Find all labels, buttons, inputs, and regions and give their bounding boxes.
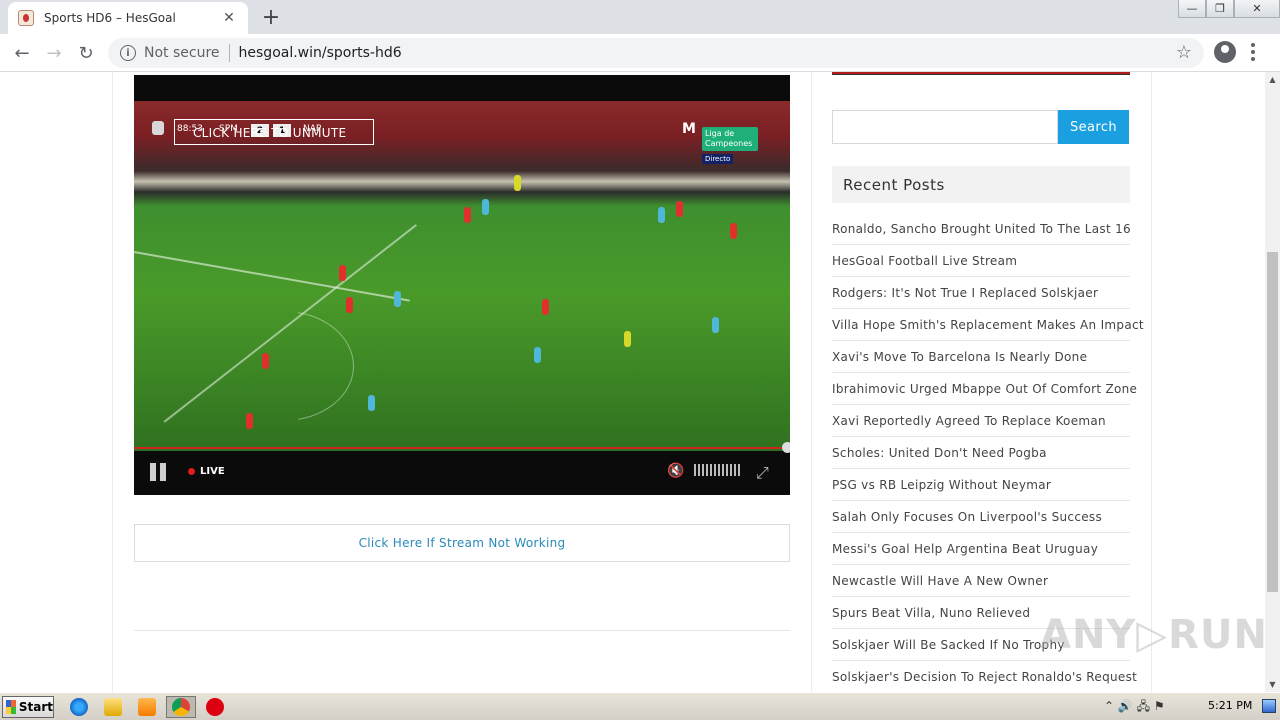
post-link[interactable]: Villa Hope Smith's Replacement Makes An … bbox=[832, 318, 1144, 332]
tab-close-icon[interactable]: ✕ bbox=[220, 9, 238, 27]
content-divider bbox=[811, 72, 812, 692]
progress-bar[interactable] bbox=[134, 447, 784, 449]
tab-title: Sports HD6 – HesGoal bbox=[44, 11, 176, 25]
post-link[interactable]: Ronaldo, Sancho Brought United To The La… bbox=[832, 222, 1131, 236]
site-favicon-icon bbox=[18, 10, 34, 26]
scroll-down-icon[interactable]: ▼ bbox=[1265, 677, 1280, 692]
start-label: Start bbox=[18, 700, 53, 714]
volume-slider[interactable] bbox=[694, 464, 740, 476]
list-item[interactable]: HesGoal Football Live Stream bbox=[832, 245, 1130, 277]
post-link[interactable]: Salah Only Focuses On Liverpool's Succes… bbox=[832, 510, 1102, 524]
page-viewport: 88:53 SPM 2 1 NAP CLICK HERE TO UNMUTE M… bbox=[0, 72, 1265, 692]
post-link[interactable]: Messi's Goal Help Argentina Beat Uruguay bbox=[832, 542, 1098, 556]
reload-button[interactable]: ↻ bbox=[72, 39, 100, 67]
bookmark-star-icon[interactable]: ☆ bbox=[1176, 42, 1192, 63]
show-desktop-icon[interactable] bbox=[1262, 699, 1276, 713]
tab-strip: Sports HD6 – HesGoal ✕ + — ❐ ✕ bbox=[0, 0, 1280, 34]
url-text[interactable]: hesgoal.win/sports-hd6 bbox=[239, 45, 402, 61]
restore-button[interactable]: ❐ bbox=[1206, 0, 1234, 18]
list-item[interactable]: Ronaldo, Sancho Brought United To The La… bbox=[832, 213, 1131, 245]
sidebar-banner-edge bbox=[832, 72, 1130, 75]
address-bar[interactable]: i Not secure hesgoal.win/sports-hd6 ☆ bbox=[108, 38, 1204, 68]
broadcaster-tag: Liga de Campeones bbox=[702, 127, 758, 151]
recent-posts-header: Recent Posts bbox=[832, 166, 1130, 203]
post-link[interactable]: Solskjaer Will Be Sacked If No Trophy bbox=[832, 638, 1065, 652]
security-label: Not secure bbox=[144, 45, 220, 61]
recent-posts-title: Recent Posts bbox=[843, 175, 945, 194]
broadcaster-sub: Directo bbox=[702, 154, 734, 164]
mute-icon[interactable]: 🔇 bbox=[667, 463, 684, 479]
browser-menu-icon[interactable] bbox=[1248, 41, 1258, 63]
window-controls: — ❐ ✕ bbox=[1178, 0, 1280, 18]
content-border-left bbox=[112, 72, 113, 692]
window-close-button[interactable]: ✕ bbox=[1234, 0, 1280, 18]
address-separator bbox=[228, 44, 230, 62]
browser-tab[interactable]: Sports HD6 – HesGoal ✕ bbox=[8, 2, 248, 34]
page-scrollbar[interactable]: ▲ ▼ bbox=[1265, 72, 1280, 692]
list-item[interactable]: Salah Only Focuses On Liverpool's Succes… bbox=[832, 501, 1130, 533]
unmute-label: CLICK HERE TO UNMUTE bbox=[193, 126, 347, 140]
scroll-up-icon[interactable]: ▲ bbox=[1265, 72, 1280, 87]
post-link[interactable]: HesGoal Football Live Stream bbox=[832, 254, 1017, 268]
post-link[interactable]: Solskjaer's Decision To Reject Ronaldo's… bbox=[832, 670, 1137, 684]
list-item[interactable]: Rodgers: It's Not True I Replaced Solskj… bbox=[832, 277, 1130, 309]
competition-logo-icon bbox=[152, 121, 164, 135]
post-link[interactable]: Ibrahimovic Urged Mbappe Out Of Comfort … bbox=[832, 382, 1137, 396]
broadcaster-logo-icon: M bbox=[682, 121, 696, 137]
watermark-logo: ANY▷RUN bbox=[1040, 612, 1265, 658]
live-indicator: LIVE bbox=[188, 466, 225, 477]
list-item[interactable]: Ibrahimovic Urged Mbappe Out Of Comfort … bbox=[832, 373, 1137, 405]
file-explorer-icon[interactable] bbox=[104, 698, 122, 716]
media-player-icon[interactable] bbox=[138, 698, 156, 716]
forward-button[interactable]: → bbox=[40, 39, 68, 67]
internet-explorer-icon[interactable] bbox=[70, 698, 88, 716]
list-item[interactable]: Messi's Goal Help Argentina Beat Uruguay bbox=[832, 533, 1130, 565]
new-tab-button[interactable]: + bbox=[258, 4, 284, 30]
stream-help-box: Click Here If Stream Not Working bbox=[134, 524, 790, 562]
windows-logo-icon bbox=[6, 700, 16, 714]
list-item[interactable]: Xavi Reportedly Agreed To Replace Koeman bbox=[832, 405, 1130, 437]
post-link[interactable]: Newcastle Will Have A New Owner bbox=[832, 574, 1048, 588]
back-button[interactable]: ← bbox=[8, 39, 36, 67]
list-item[interactable]: Xavi's Move To Barcelona Is Nearly Done bbox=[832, 341, 1130, 373]
taskbar-clock[interactable]: 5:21 PM bbox=[1208, 699, 1252, 712]
unmute-overlay-button[interactable]: 88:53 SPM 2 1 NAP CLICK HERE TO UNMUTE bbox=[174, 119, 374, 145]
pause-icon[interactable] bbox=[150, 463, 170, 483]
video-player[interactable]: 88:53 SPM 2 1 NAP CLICK HERE TO UNMUTE M… bbox=[134, 75, 790, 495]
post-link[interactable]: Spurs Beat Villa, Nuno Relieved bbox=[832, 606, 1030, 620]
post-link[interactable]: Xavi's Move To Barcelona Is Nearly Done bbox=[832, 350, 1087, 364]
list-item[interactable]: Scholes: United Don't Need Pogba bbox=[832, 437, 1130, 469]
post-link[interactable]: Rodgers: It's Not True I Replaced Solskj… bbox=[832, 286, 1098, 300]
start-button[interactable]: Start bbox=[2, 696, 54, 718]
minimize-button[interactable]: — bbox=[1178, 0, 1206, 18]
opera-icon[interactable] bbox=[206, 698, 224, 716]
progress-handle[interactable] bbox=[782, 442, 790, 453]
stream-not-working-link[interactable]: Click Here If Stream Not Working bbox=[359, 536, 566, 550]
video-frame bbox=[134, 101, 790, 451]
live-label: LIVE bbox=[200, 466, 225, 477]
post-link[interactable]: Xavi Reportedly Agreed To Replace Koeman bbox=[832, 414, 1106, 428]
browser-toolbar: ← → ↻ i Not secure hesgoal.win/sports-hd… bbox=[0, 34, 1280, 72]
profile-avatar-icon[interactable] bbox=[1214, 41, 1236, 63]
list-item[interactable]: Newcastle Will Have A New Owner bbox=[832, 565, 1130, 597]
list-item[interactable]: Villa Hope Smith's Replacement Makes An … bbox=[832, 309, 1144, 341]
live-dot-icon bbox=[188, 468, 195, 475]
os-taskbar: Start ⌃ 🔊 🖧 ⚑ 5:21 PM bbox=[0, 692, 1280, 720]
chrome-icon[interactable] bbox=[172, 698, 190, 716]
fullscreen-icon[interactable]: ⤢ bbox=[756, 463, 769, 483]
search-button[interactable]: Search bbox=[1058, 110, 1129, 144]
post-link[interactable]: Scholes: United Don't Need Pogba bbox=[832, 446, 1047, 460]
search-input[interactable] bbox=[832, 110, 1058, 144]
list-item[interactable]: PSG vs RB Leipzig Without Neymar bbox=[832, 469, 1130, 501]
system-tray[interactable]: ⌃ 🔊 🖧 ⚑ bbox=[1104, 696, 1165, 718]
content-divider-line bbox=[134, 630, 790, 631]
info-icon[interactable]: i bbox=[120, 45, 136, 61]
list-item[interactable]: Solskjaer's Decision To Reject Ronaldo's… bbox=[832, 661, 1137, 692]
scrollbar-thumb[interactable] bbox=[1267, 252, 1278, 592]
content-border-right bbox=[1151, 72, 1152, 692]
post-link[interactable]: PSG vs RB Leipzig Without Neymar bbox=[832, 478, 1051, 492]
